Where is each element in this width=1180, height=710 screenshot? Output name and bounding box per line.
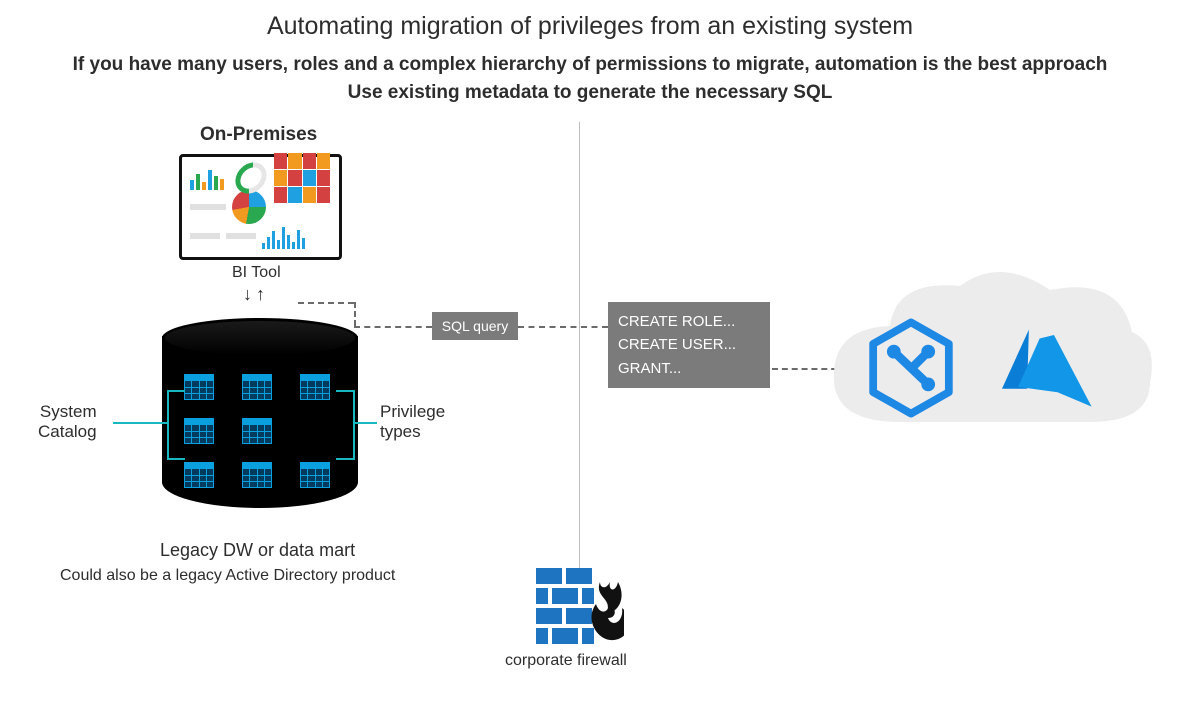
page-subtitle: If you have many users, roles and a comp… — [0, 51, 1180, 106]
connector-line — [167, 390, 185, 392]
page-title: Automating migration of privileges from … — [0, 12, 1180, 41]
privilege-types-label: Privilege types — [380, 402, 445, 443]
dashed-connector — [354, 326, 432, 328]
subtitle-line-2: Use existing metadata to generate the ne… — [0, 79, 1180, 107]
sql-query-box: SQL query — [432, 312, 518, 340]
bi-tool-monitor-icon — [179, 154, 342, 260]
connector-line — [167, 390, 169, 460]
azure-logo-icon — [990, 326, 1100, 412]
system-catalog-line1: System — [38, 402, 97, 422]
azure-synapse-icon — [868, 318, 954, 418]
legacy-sub-label: Could also be a legacy Active Directory … — [60, 567, 395, 585]
on-premises-label: On-Premises — [200, 124, 317, 146]
connector-line — [336, 390, 354, 392]
dashed-connector — [518, 326, 608, 328]
connector-line — [167, 458, 185, 460]
database-cylinder-icon — [162, 318, 358, 518]
firewall-icon — [536, 568, 624, 644]
bidirectional-arrow-icon: ↓↑ — [243, 284, 267, 305]
legacy-dw-label: Legacy DW or data mart — [160, 540, 355, 561]
connector-line — [336, 458, 354, 460]
stmt-create-user: CREATE USER... — [618, 333, 760, 356]
stmt-create-role: CREATE ROLE... — [618, 310, 760, 333]
system-catalog-label: System Catalog — [38, 402, 97, 443]
privilege-types-line2: types — [380, 422, 445, 442]
stmt-grant: GRANT... — [618, 357, 760, 380]
sql-statements-box: CREATE ROLE... CREATE USER... GRANT... — [608, 302, 770, 388]
privilege-types-line1: Privilege — [380, 402, 445, 422]
dashed-connector — [354, 302, 356, 326]
system-catalog-line2: Catalog — [38, 422, 97, 442]
subtitle-line-1: If you have many users, roles and a comp… — [0, 51, 1180, 79]
bi-tool-label: BI Tool — [232, 264, 281, 282]
firewall-divider-line — [579, 122, 580, 582]
azure-cloud-group — [820, 262, 1160, 462]
connector-line — [113, 422, 167, 424]
architecture-diagram: On-Premises BI Tool ↓↑ — [0, 122, 1180, 682]
connector-line — [355, 422, 377, 424]
firewall-label: corporate firewall — [505, 652, 627, 670]
connector-line — [353, 390, 355, 460]
dashed-connector — [298, 302, 354, 304]
